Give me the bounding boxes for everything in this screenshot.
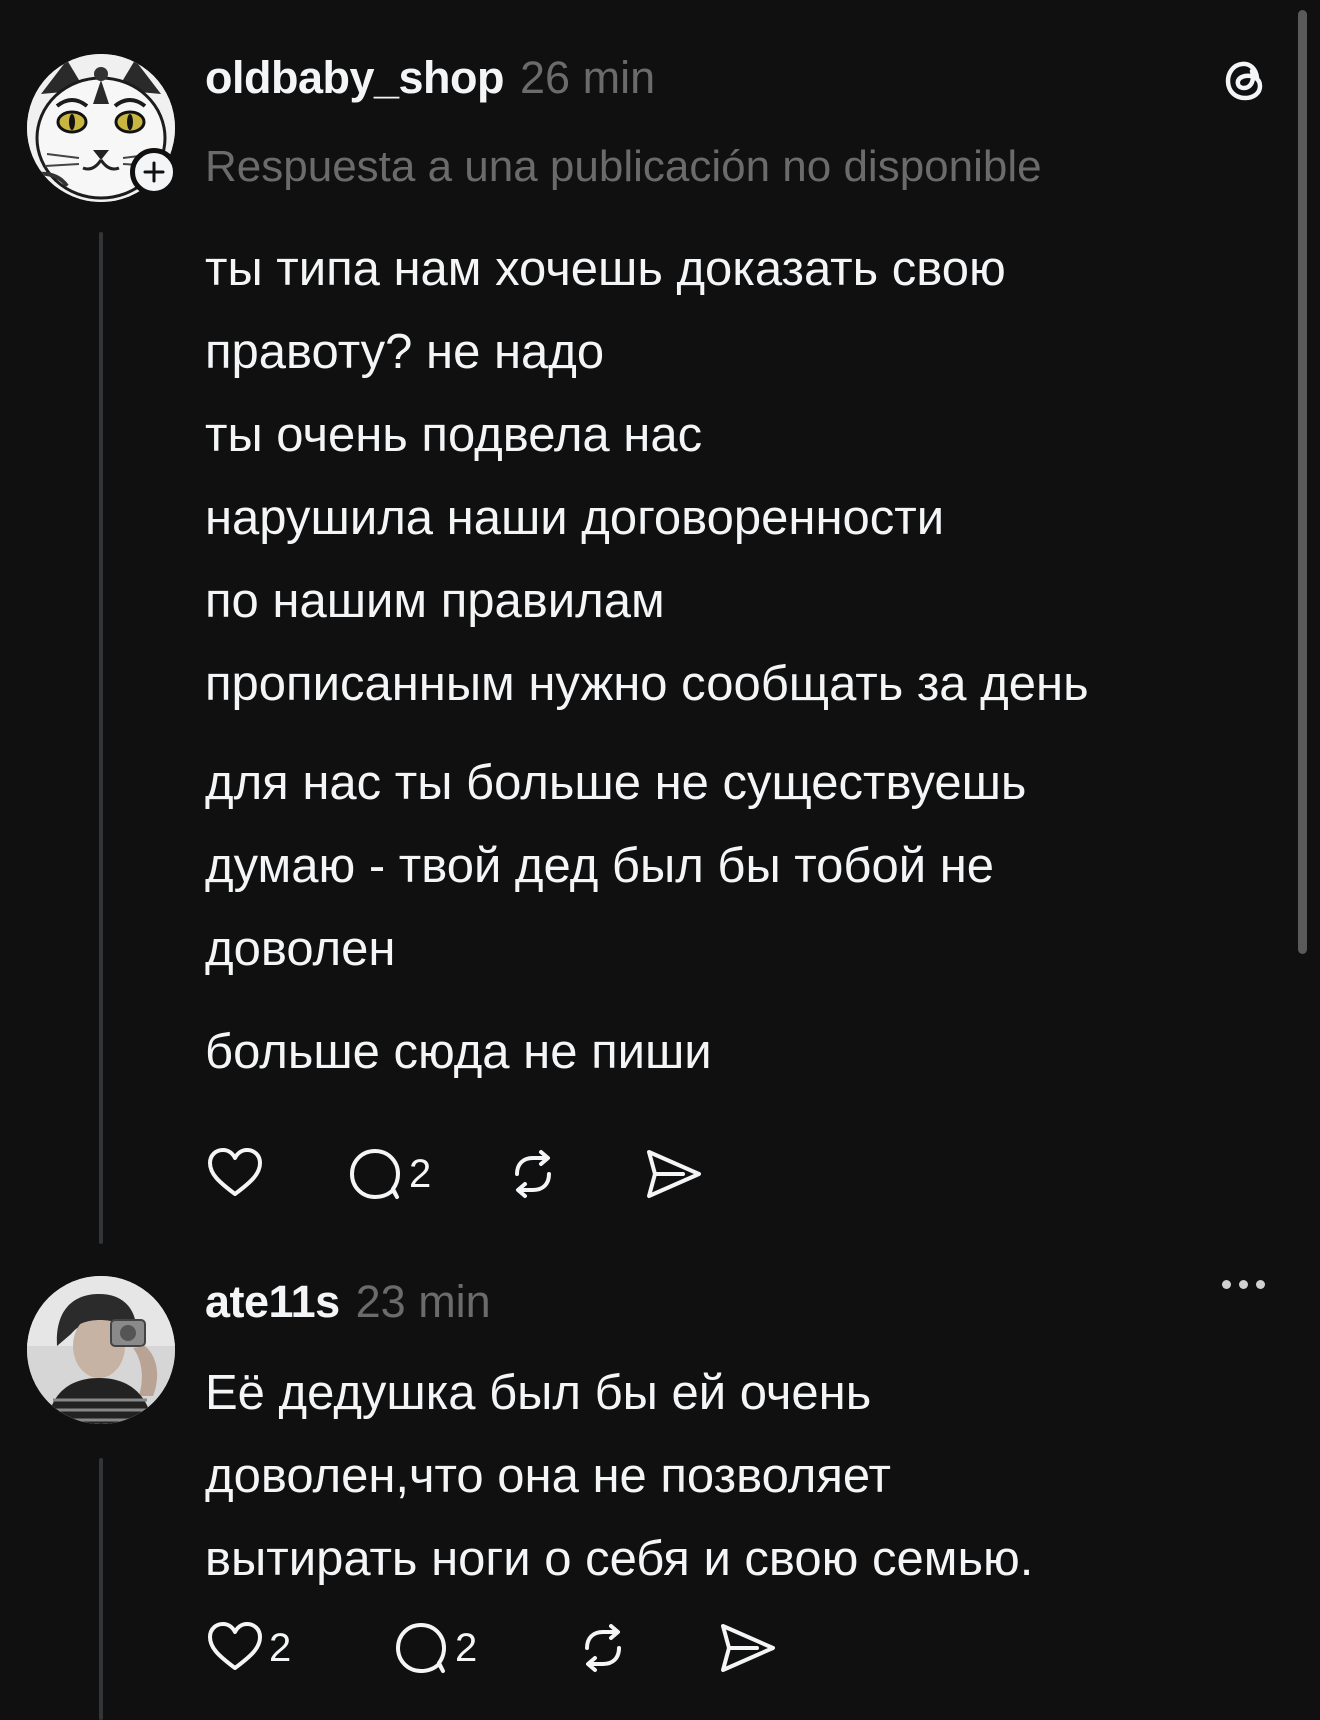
timestamp[interactable]: 23 min <box>356 1276 491 1328</box>
username[interactable]: ate11s <box>205 1276 340 1328</box>
avatar[interactable] <box>27 1276 175 1424</box>
repost-button[interactable] <box>573 1618 717 1678</box>
timestamp[interactable]: 26 min <box>520 52 655 104</box>
heart-icon <box>208 1622 262 1670</box>
like-button[interactable]: 2 <box>205 1618 391 1678</box>
username[interactable]: oldbaby_shop <box>205 52 505 104</box>
post-paragraph: больше сюда не пиши <box>205 1025 712 1079</box>
reply-button[interactable]: 2 <box>391 1618 573 1678</box>
more-dot <box>1222 1280 1231 1289</box>
comment-icon <box>396 1623 446 1673</box>
action-bar: 2 2 <box>205 1618 779 1678</box>
reply-note[interactable]: Respuesta a una publicación no disponibl… <box>205 142 1042 192</box>
person-avatar-icon <box>27 1276 175 1424</box>
reply-button[interactable]: 2 <box>345 1144 503 1204</box>
post-header: ate11s 23 min <box>205 1276 491 1328</box>
reply-count: 2 <box>455 1625 478 1670</box>
more-dot <box>1256 1280 1265 1289</box>
plus-icon <box>143 161 165 183</box>
action-bar: 2 <box>205 1144 705 1204</box>
post-body: ты типа нам хочешь доказать свою правоту… <box>205 228 1285 1094</box>
share-button[interactable] <box>643 1144 705 1204</box>
reply-count: 2 <box>409 1151 432 1196</box>
post-header: oldbaby_shop 26 min <box>205 52 655 104</box>
post-paragraph: для нас ты больше не существуешь думаю -… <box>205 756 1027 976</box>
post-paragraph: Её дедушка был бы ей очень доволен,что о… <box>205 1366 1034 1586</box>
share-button[interactable] <box>717 1618 779 1678</box>
post-body: Её дедушка был бы ей очень доволен,что о… <box>205 1352 1285 1601</box>
thread-line <box>99 232 103 1244</box>
send-icon <box>647 1150 701 1198</box>
more-icon[interactable] <box>1222 1280 1265 1289</box>
send-icon <box>721 1624 775 1672</box>
heart-icon <box>208 1148 262 1196</box>
like-button[interactable] <box>205 1144 345 1204</box>
scrollbar[interactable] <box>1298 10 1307 954</box>
repost-button[interactable] <box>503 1144 643 1204</box>
more-dot <box>1239 1280 1248 1289</box>
comment-icon <box>350 1149 400 1199</box>
threads-logo-icon[interactable] <box>1218 52 1274 113</box>
like-count: 2 <box>269 1625 292 1670</box>
repost-icon <box>585 1624 621 1672</box>
follow-button[interactable] <box>130 148 178 196</box>
post-paragraph: ты типа нам хочешь доказать свою правоту… <box>205 242 1089 711</box>
thread-line <box>99 1458 103 1720</box>
repost-icon <box>515 1150 551 1198</box>
